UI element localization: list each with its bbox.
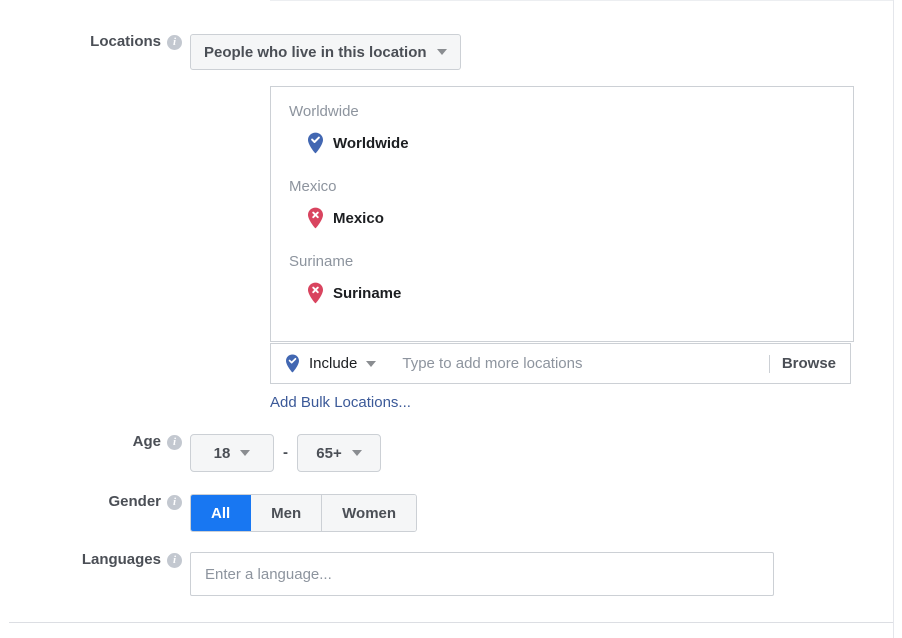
age-range-separator: - [283, 444, 288, 461]
age-max-value: 65+ [316, 444, 342, 462]
info-icon[interactable]: i [167, 495, 182, 510]
languages-input[interactable] [190, 552, 774, 596]
include-mode-select[interactable]: Include [285, 354, 377, 373]
location-list-item-label: Worldwide [333, 134, 409, 152]
info-icon[interactable]: i [167, 435, 182, 450]
gender-row: Gender i All Men Women [0, 494, 418, 532]
chevron-down-icon [240, 450, 251, 456]
map-pin-exclude-icon [308, 282, 323, 304]
selected-locations-listbox[interactable]: Worldwide Worldwide Mexico Mexico Surina… [270, 86, 854, 342]
selected-locations-list: Worldwide Worldwide Mexico Mexico Surina… [271, 87, 853, 304]
age-min-select[interactable]: 18 [190, 434, 274, 472]
browse-button[interactable]: Browse [782, 355, 838, 372]
chevron-down-icon [366, 360, 377, 367]
locations-label: Locations i [0, 34, 190, 50]
location-list-item[interactable]: Worldwide [307, 132, 853, 154]
age-min-value: 18 [213, 444, 231, 462]
bar-divider [768, 354, 770, 373]
languages-label: Languages i [0, 552, 190, 568]
gender-option-women[interactable]: Women [322, 495, 417, 531]
map-pin-check-icon [308, 132, 323, 154]
location-group-header: Worldwide [289, 103, 359, 120]
map-pin-check-icon [286, 354, 299, 373]
location-search-input[interactable] [402, 355, 765, 372]
chevron-down-icon [436, 49, 447, 55]
location-list-item[interactable]: Mexico [307, 207, 853, 229]
gender-option-men[interactable]: Men [251, 495, 323, 531]
chevron-down-icon [351, 450, 362, 456]
languages-row: Languages i [0, 552, 774, 596]
map-pin-exclude-icon [308, 207, 323, 229]
location-audience-value: People who live in this location [204, 43, 427, 61]
top-divider [270, 0, 893, 1]
location-audience-select[interactable]: People who live in this location [190, 34, 461, 70]
age-max-select[interactable]: 65+ [297, 434, 381, 472]
info-icon[interactable]: i [167, 35, 182, 50]
gender-segmented-control: All Men Women [190, 494, 418, 532]
add-bulk-locations-link[interactable]: Add Bulk Locations... [270, 394, 411, 411]
age-range-controls: 18 - 65+ [190, 434, 381, 472]
location-list-item-label: Mexico [333, 209, 384, 227]
gender-option-all[interactable]: All [191, 495, 252, 531]
info-icon[interactable]: i [167, 553, 182, 568]
right-panel-border [893, 0, 894, 638]
location-typeahead-bar: Include Browse [270, 343, 851, 384]
gender-label: Gender i [0, 494, 190, 510]
location-group-header: Mexico [289, 178, 337, 195]
location-list-item-label: Suriname [333, 284, 402, 302]
age-label: Age i [0, 434, 190, 450]
include-mode-label: Include [309, 355, 358, 372]
location-list-item[interactable]: Suriname [307, 282, 853, 304]
bottom-divider [9, 622, 893, 623]
locations-row: Locations i People who live in this loca… [0, 34, 461, 70]
location-group-header: Suriname [289, 253, 354, 270]
age-row: Age i 18 - 65+ [0, 434, 381, 472]
targeting-form-panel: Locations i People who live in this loca… [0, 0, 902, 638]
